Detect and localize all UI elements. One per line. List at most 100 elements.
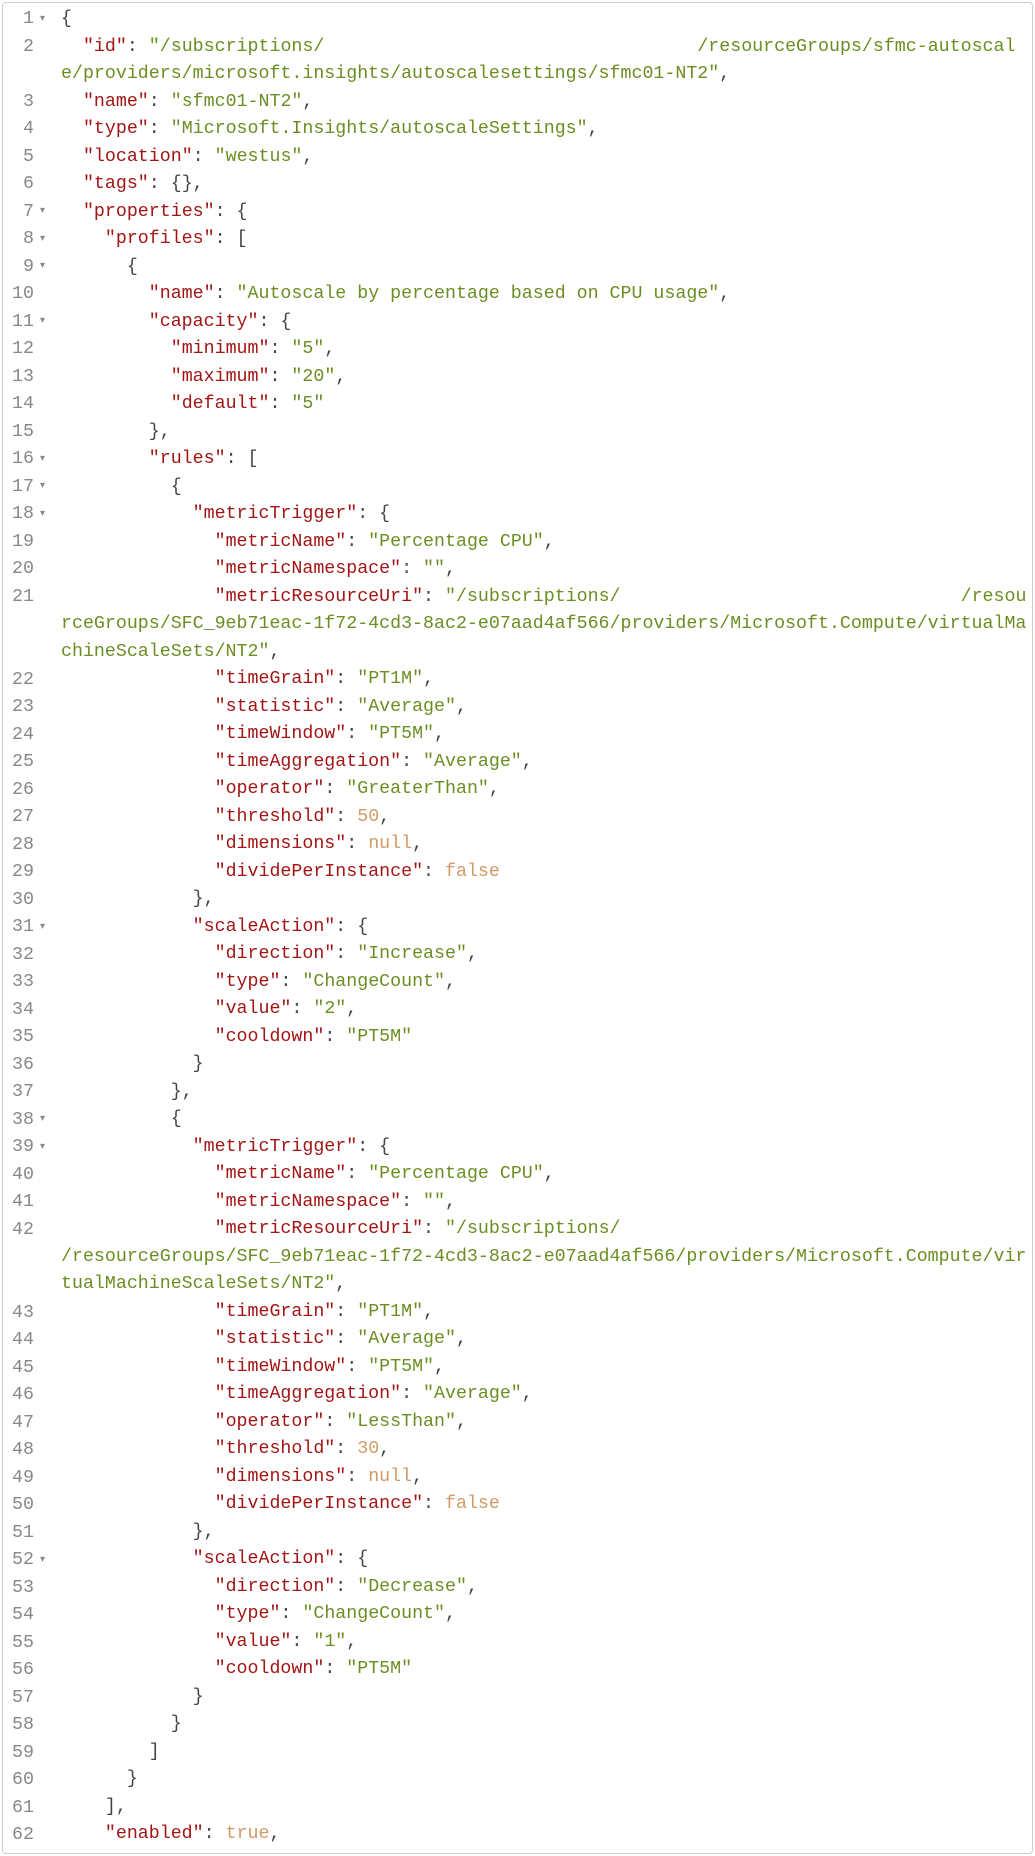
gutter-row[interactable]: 49 (3, 1465, 55, 1493)
code-line[interactable]: "metricResourceUri": "/subscriptions/ /r… (61, 584, 1032, 667)
fold-toggle-icon[interactable]: ▾ (37, 207, 45, 217)
code-line[interactable]: "type": "ChangeCount", (61, 1601, 1032, 1629)
code-line[interactable]: "scaleAction": { (61, 1546, 1032, 1574)
gutter-row[interactable]: 33 (3, 969, 55, 997)
code-line[interactable]: "operator": "GreaterThan", (61, 776, 1032, 804)
gutter-row[interactable]: 24 (3, 722, 55, 750)
fold-toggle-icon[interactable]: ▾ (37, 1143, 45, 1153)
gutter-row[interactable]: 60 (3, 1767, 55, 1795)
code-line[interactable]: } (61, 1711, 1032, 1739)
code-line[interactable]: "timeGrain": "PT1M", (61, 1299, 1032, 1327)
code-line[interactable]: ] (61, 1739, 1032, 1767)
gutter-row[interactable]: 56 (3, 1657, 55, 1685)
gutter-row[interactable]: 54 (3, 1602, 55, 1630)
gutter-row[interactable]: 45 (3, 1355, 55, 1383)
fold-toggle-icon[interactable]: ▾ (37, 1556, 45, 1566)
gutter-row[interactable]: 18▾ (3, 501, 55, 529)
gutter-row[interactable]: 32 (3, 942, 55, 970)
code-line[interactable]: "type": "Microsoft.Insights/autoscaleSet… (61, 116, 1032, 144)
gutter-row[interactable]: 6 (3, 171, 55, 199)
gutter-row[interactable]: 14 (3, 391, 55, 419)
fold-toggle-icon[interactable]: ▾ (37, 923, 45, 933)
code-line[interactable]: "timeWindow": "PT5M", (61, 721, 1032, 749)
gutter-row[interactable]: 27 (3, 804, 55, 832)
fold-toggle-icon[interactable]: ▾ (37, 455, 45, 465)
code-line[interactable]: "tags": {}, (61, 171, 1032, 199)
fold-toggle-icon[interactable]: ▾ (37, 317, 45, 327)
gutter-row[interactable]: 25 (3, 749, 55, 777)
code-line[interactable]: "maximum": "20", (61, 364, 1032, 392)
code-line[interactable]: "enabled": true, (61, 1821, 1032, 1849)
code-line[interactable]: "metricName": "Percentage CPU", (61, 529, 1032, 557)
gutter-row[interactable]: 29 (3, 859, 55, 887)
code-line[interactable]: "rules": [ (61, 446, 1032, 474)
code-area[interactable]: { "id": "/subscriptions/ /resourceGroups… (55, 3, 1032, 1853)
code-line[interactable]: "dividePerInstance": false (61, 1491, 1032, 1519)
gutter-row[interactable]: 46 (3, 1382, 55, 1410)
gutter-row[interactable]: 5 (3, 144, 55, 172)
fold-toggle-icon[interactable]: ▾ (37, 482, 45, 492)
gutter-row[interactable]: 23 (3, 694, 55, 722)
gutter-row[interactable]: 20 (3, 556, 55, 584)
fold-toggle-icon[interactable]: ▾ (37, 262, 45, 272)
gutter-row[interactable]: 58 (3, 1712, 55, 1740)
gutter-row[interactable]: 44 (3, 1327, 55, 1355)
code-line[interactable]: "metricNamespace": "", (61, 1189, 1032, 1217)
code-line[interactable]: "direction": "Decrease", (61, 1574, 1032, 1602)
gutter-row[interactable]: 4 (3, 116, 55, 144)
gutter-row[interactable]: 3 (3, 89, 55, 117)
fold-toggle-icon[interactable]: ▾ (37, 15, 45, 25)
gutter-row[interactable]: 43 (3, 1300, 55, 1328)
gutter-row[interactable]: 26 (3, 777, 55, 805)
gutter-row[interactable]: 39▾ (3, 1134, 55, 1162)
gutter-row[interactable]: 41 (3, 1189, 55, 1217)
code-line[interactable]: "direction": "Increase", (61, 941, 1032, 969)
gutter-row[interactable]: 48 (3, 1437, 55, 1465)
gutter-row[interactable]: 36 (3, 1052, 55, 1080)
code-line[interactable]: "timeGrain": "PT1M", (61, 666, 1032, 694)
code-line[interactable]: "scaleAction": { (61, 914, 1032, 942)
code-line[interactable]: { (61, 474, 1032, 502)
gutter-row[interactable]: 30 (3, 887, 55, 915)
gutter-row[interactable]: 7▾ (3, 199, 55, 227)
code-line[interactable]: "default": "5" (61, 391, 1032, 419)
json-editor[interactable]: 1▾234567▾8▾9▾1011▾1213141516▾17▾18▾19202… (2, 2, 1033, 1854)
code-line[interactable]: } (61, 1051, 1032, 1079)
code-line[interactable]: "metricNamespace": "", (61, 556, 1032, 584)
gutter-row[interactable]: 10 (3, 281, 55, 309)
code-line[interactable]: "metricTrigger": { (61, 1134, 1032, 1162)
gutter-row[interactable]: 40 (3, 1162, 55, 1190)
gutter-row[interactable]: 34 (3, 997, 55, 1025)
gutter-row[interactable]: 62 (3, 1822, 55, 1850)
gutter-row[interactable]: 11▾ (3, 309, 55, 337)
code-line[interactable]: "operator": "LessThan", (61, 1409, 1032, 1437)
gutter-row[interactable]: 21 (3, 584, 55, 667)
gutter-row[interactable]: 61 (3, 1795, 55, 1823)
gutter-row[interactable]: 1▾ (3, 6, 55, 34)
gutter-row[interactable]: 35 (3, 1024, 55, 1052)
code-line[interactable]: { (61, 6, 1032, 34)
code-line[interactable]: "statistic": "Average", (61, 1326, 1032, 1354)
code-line[interactable]: "metricName": "Percentage CPU", (61, 1161, 1032, 1189)
fold-toggle-icon[interactable]: ▾ (37, 1115, 45, 1125)
gutter-row[interactable]: 52▾ (3, 1547, 55, 1575)
code-line[interactable]: { (61, 254, 1032, 282)
gutter-row[interactable]: 53 (3, 1575, 55, 1603)
code-line[interactable]: "metricTrigger": { (61, 501, 1032, 529)
code-line[interactable]: "name": "Autoscale by percentage based o… (61, 281, 1032, 309)
code-line[interactable]: "dimensions": null, (61, 1464, 1032, 1492)
gutter-row[interactable]: 51 (3, 1520, 55, 1548)
code-line[interactable]: "timeAggregation": "Average", (61, 1381, 1032, 1409)
gutter-row[interactable]: 12 (3, 336, 55, 364)
code-line[interactable]: "value": "2", (61, 996, 1032, 1024)
gutter-row[interactable]: 57 (3, 1685, 55, 1713)
gutter-row[interactable]: 38▾ (3, 1107, 55, 1135)
code-line[interactable]: "profiles": [ (61, 226, 1032, 254)
code-line[interactable]: "threshold": 50, (61, 804, 1032, 832)
code-line[interactable]: }, (61, 1079, 1032, 1107)
gutter-row[interactable]: 2 (3, 34, 55, 89)
gutter-row[interactable]: 15 (3, 419, 55, 447)
gutter-row[interactable]: 17▾ (3, 474, 55, 502)
code-line[interactable]: ], (61, 1794, 1032, 1822)
gutter-row[interactable]: 13 (3, 364, 55, 392)
